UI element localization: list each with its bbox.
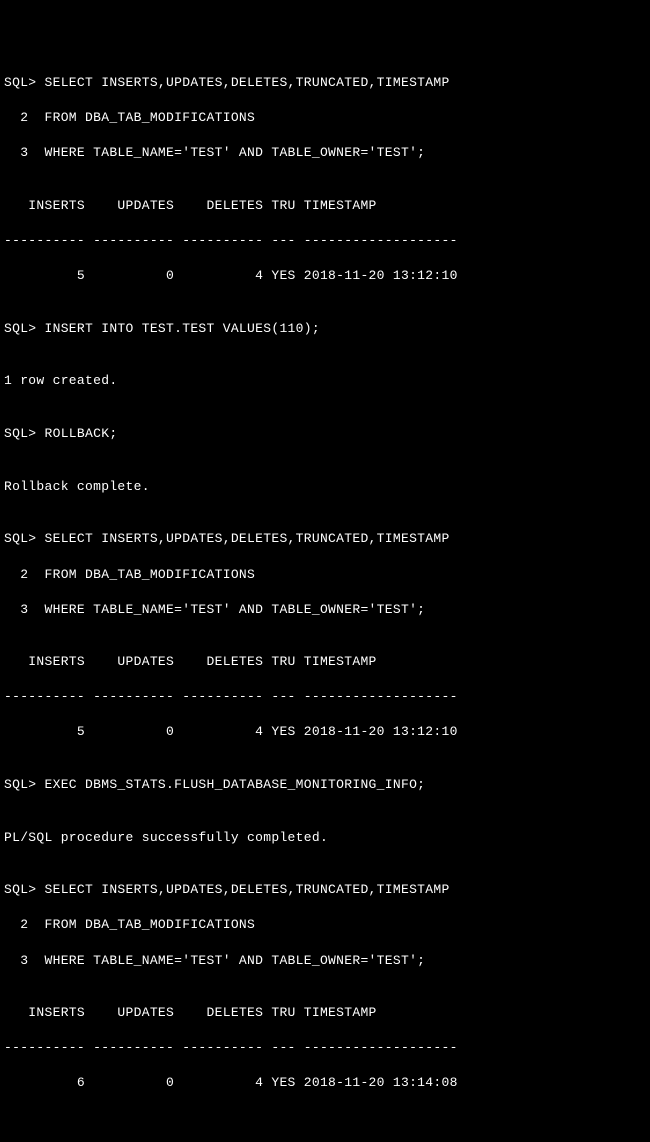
terminal-line: PL/SQL procedure successfully completed. <box>4 829 646 847</box>
terminal-line: INSERTS UPDATES DELETES TRU TIMESTAMP <box>4 1004 646 1022</box>
terminal-line: SQL> SELECT INSERTS,UPDATES,DELETES,TRUN… <box>4 530 646 548</box>
terminal-line: 6 0 4 YES 2018-11-20 13:14:08 <box>4 1074 646 1092</box>
terminal-line: 2 FROM DBA_TAB_MODIFICATIONS <box>4 916 646 934</box>
terminal-line: 3 WHERE TABLE_NAME='TEST' AND TABLE_OWNE… <box>4 144 646 162</box>
terminal-line: 5 0 4 YES 2018-11-20 13:12:10 <box>4 267 646 285</box>
terminal-line: 2 FROM DBA_TAB_MODIFICATIONS <box>4 109 646 127</box>
terminal-line: 5 0 4 YES 2018-11-20 13:12:10 <box>4 723 646 741</box>
terminal-line: 3 WHERE TABLE_NAME='TEST' AND TABLE_OWNE… <box>4 952 646 970</box>
terminal-line: 3 WHERE TABLE_NAME='TEST' AND TABLE_OWNE… <box>4 601 646 619</box>
terminal-line: SQL> ROLLBACK; <box>4 425 646 443</box>
terminal-line: SQL> SELECT INSERTS,UPDATES,DELETES,TRUN… <box>4 881 646 899</box>
terminal-line: INSERTS UPDATES DELETES TRU TIMESTAMP <box>4 197 646 215</box>
terminal-line: ---------- ---------- ---------- --- ---… <box>4 1039 646 1057</box>
terminal-line: 2 FROM DBA_TAB_MODIFICATIONS <box>4 566 646 584</box>
terminal-line: ---------- ---------- ---------- --- ---… <box>4 688 646 706</box>
terminal-line: Rollback complete. <box>4 478 646 496</box>
terminal-line: 1 row created. <box>4 372 646 390</box>
terminal-line: ---------- ---------- ---------- --- ---… <box>4 232 646 250</box>
terminal-line: SQL> SELECT INSERTS,UPDATES,DELETES,TRUN… <box>4 74 646 92</box>
terminal-line: SQL> INSERT INTO TEST.TEST VALUES(110); <box>4 320 646 338</box>
terminal-line: SQL> EXEC DBMS_STATS.FLUSH_DATABASE_MONI… <box>4 776 646 794</box>
terminal-line: INSERTS UPDATES DELETES TRU TIMESTAMP <box>4 653 646 671</box>
